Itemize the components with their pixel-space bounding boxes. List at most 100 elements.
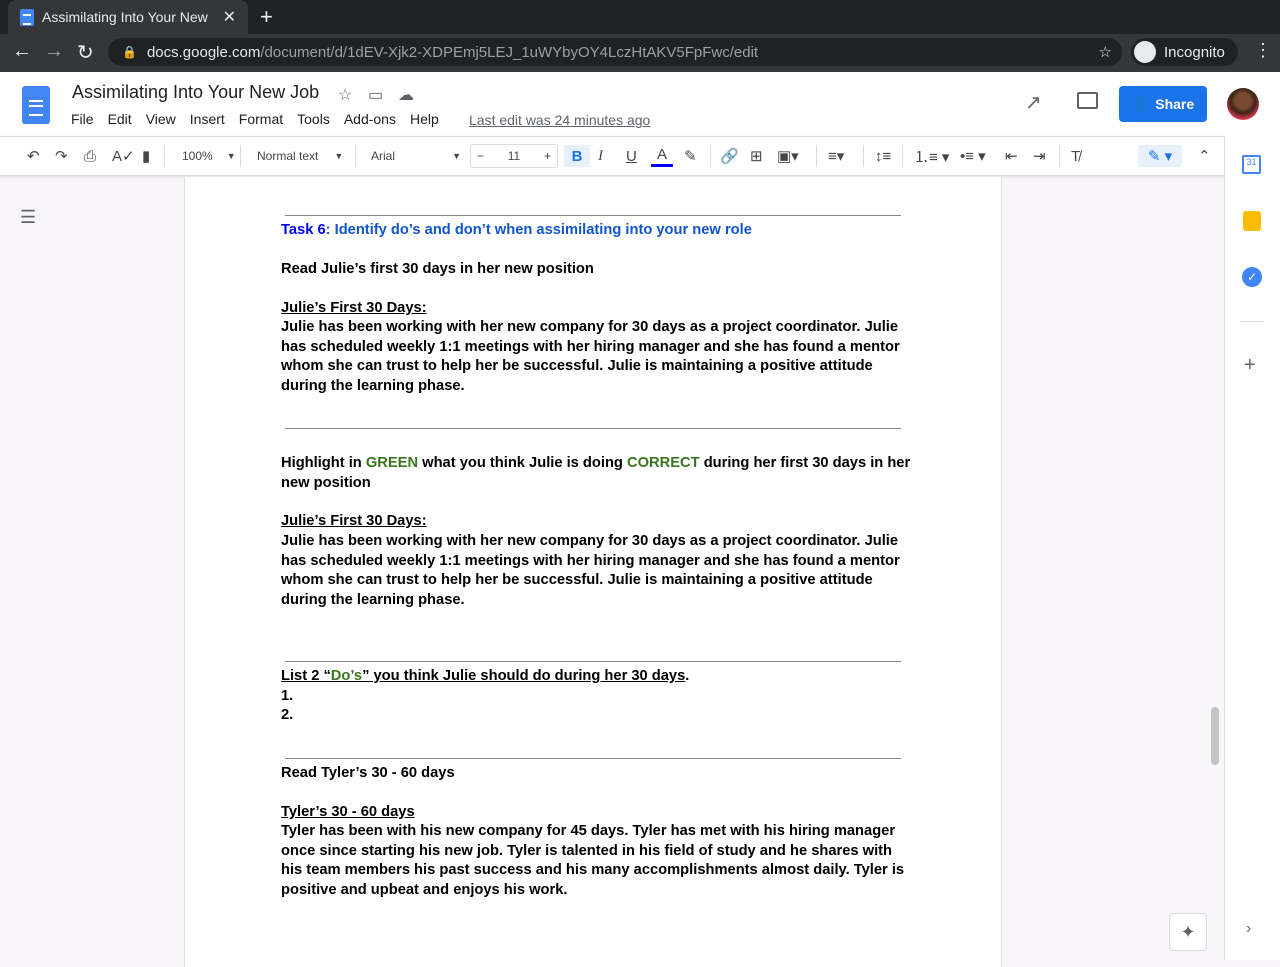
menu-bar: File Edit View Insert Format Tools Add-o… — [71, 111, 439, 127]
redo-icon[interactable]: ↷ — [55, 145, 68, 167]
activity-trend-icon[interactable]: ↗ — [1025, 90, 1042, 115]
move-folder-icon[interactable]: ▭ — [368, 85, 383, 105]
star-icon[interactable]: ☆ — [338, 85, 352, 105]
undo-icon[interactable]: ↶ — [27, 145, 40, 167]
share-button[interactable]: 👤 Share — [1119, 86, 1207, 122]
divider — [863, 145, 864, 167]
decrease-size-icon[interactable]: − — [477, 149, 484, 163]
bulleted-list-icon[interactable]: •≡ ▾ — [960, 145, 986, 167]
reload-icon[interactable]: ↻ — [77, 40, 94, 65]
task-label: Task 6 — [281, 222, 326, 238]
explore-button[interactable]: ✦ — [1169, 913, 1207, 951]
style-value: Normal text — [257, 149, 319, 163]
expand-panel-icon[interactable]: › — [1246, 920, 1251, 938]
paint-format-icon[interactable]: ▮ — [142, 145, 150, 167]
text-color-button[interactable]: A — [651, 145, 673, 167]
style-select[interactable]: Normal text ▼ — [257, 145, 343, 167]
collapse-toolbar-icon[interactable]: ⌃ — [1198, 145, 1211, 167]
chevron-down-icon: ▼ — [452, 151, 461, 161]
numbered-list-icon[interactable]: ⒈≡ ▾ — [914, 145, 949, 167]
calendar-icon[interactable]: 31 — [1242, 155, 1261, 174]
align-left-icon[interactable]: ≡▾ — [828, 145, 844, 167]
chevron-down-icon: ▼ — [334, 151, 344, 161]
zoom-value: 100% — [182, 149, 213, 163]
explore-icon: ✦ — [1180, 921, 1196, 942]
keep-icon[interactable] — [1243, 211, 1261, 231]
incognito-badge[interactable]: Incognito — [1131, 38, 1238, 66]
menu-addons[interactable]: Add-ons — [344, 111, 396, 127]
document-outline-icon[interactable]: ☰ — [20, 207, 36, 228]
menu-insert[interactable]: Insert — [190, 111, 225, 127]
horizontal-rule — [285, 661, 901, 662]
url-input[interactable]: 🔒 docs.google.com/document/d/1dEV-Xjk2-XD… — [108, 38, 1122, 66]
back-icon[interactable]: ← — [12, 40, 32, 63]
increase-indent-icon[interactable]: ⇥ — [1033, 145, 1046, 167]
font-size-value[interactable]: 11 — [508, 149, 520, 163]
menu-edit[interactable]: Edit — [108, 111, 132, 127]
menu-format[interactable]: Format — [239, 111, 283, 127]
read-julie-instruction: Read Julie’s first 30 days in her new po… — [281, 261, 594, 277]
correct-word: CORRECT — [626, 455, 700, 471]
text: what you think Julie is doing — [418, 455, 627, 471]
increase-size-icon[interactable]: + — [544, 149, 551, 163]
font-select[interactable]: Arial ▼ — [371, 145, 461, 167]
url-host: docs.google.com — [146, 43, 261, 61]
divider — [164, 145, 165, 167]
bookmark-star-icon[interactable]: ☆ — [1099, 43, 1112, 61]
menu-view[interactable]: View — [146, 111, 176, 127]
menu-file[interactable]: File — [71, 111, 94, 127]
list-item-2[interactable]: 2. — [281, 706, 911, 726]
tab-title: Assimilating Into Your New — [42, 9, 208, 25]
divider — [816, 145, 817, 167]
add-addon-icon[interactable]: + — [1244, 354, 1256, 377]
zoom-select[interactable]: 100% ▼ — [182, 145, 236, 167]
italic-button[interactable]: I — [598, 145, 603, 167]
browser-tab[interactable]: Assimilating Into Your New ✕ — [8, 0, 248, 34]
divider — [240, 145, 241, 167]
divider — [902, 145, 903, 167]
julie-paragraph: Julie has been working with her new comp… — [281, 319, 900, 394]
incognito-icon — [1134, 41, 1156, 63]
close-tab-icon[interactable]: ✕ — [223, 7, 236, 27]
avatar[interactable] — [1227, 88, 1259, 120]
comments-icon[interactable] — [1077, 92, 1098, 109]
menu-help[interactable]: Help — [410, 111, 439, 127]
print-icon[interactable]: ⎙ — [84, 145, 96, 167]
menu-tools[interactable]: Tools — [297, 111, 330, 127]
decrease-indent-icon[interactable]: ⇤ — [1005, 145, 1018, 167]
tyler-paragraph: Tyler has been with his new company for … — [281, 823, 905, 898]
forward-icon[interactable]: → — [44, 40, 64, 63]
text: . — [685, 668, 690, 684]
cloud-status-icon[interactable]: ☁ — [398, 85, 414, 105]
list-item-1[interactable]: 1. — [281, 687, 911, 707]
insert-image-icon[interactable]: ▣▾ — [777, 145, 799, 167]
spellcheck-icon[interactable]: A✓ — [112, 145, 135, 167]
person-add-icon: 👤 — [1131, 95, 1150, 112]
profile-label: Incognito — [1164, 43, 1225, 61]
font-value: Arial — [371, 149, 396, 163]
docs-logo-icon[interactable] — [22, 86, 50, 124]
text: ” you think Julie should do during her 3… — [362, 668, 686, 684]
new-tab-icon[interactable]: + — [260, 4, 273, 30]
divider — [1240, 321, 1264, 322]
bold-button[interactable]: B — [564, 145, 590, 167]
tasks-icon[interactable]: ✓ — [1242, 267, 1262, 287]
julie-heading-2: Julie’s First 30 Days: — [281, 513, 427, 529]
font-size-stepper[interactable]: − 11 + — [470, 144, 558, 168]
chevron-down-icon: ▼ — [226, 151, 236, 161]
horizontal-rule — [285, 758, 901, 759]
highlight-pen-icon[interactable]: ✎ — [684, 145, 697, 167]
link-icon[interactable]: 🔗 — [720, 145, 739, 167]
line-spacing-icon[interactable]: ↕≡ — [875, 145, 891, 167]
editing-mode-button[interactable]: ✎ ▾ — [1138, 145, 1182, 167]
last-edit-link[interactable]: Last edit was 24 minutes ago — [469, 112, 650, 128]
horizontal-rule — [285, 215, 901, 216]
task-text: : Identify do’s and don’t when assimilat… — [325, 222, 752, 238]
add-comment-icon[interactable]: ⊞ — [750, 145, 763, 167]
clear-formatting-icon[interactable]: T̸ — [1071, 145, 1080, 167]
document-title[interactable]: Assimilating Into Your New Job — [72, 82, 319, 103]
scrollbar-thumb[interactable] — [1211, 707, 1219, 765]
underline-button[interactable]: U — [626, 145, 637, 167]
green-word: GREEN — [365, 455, 419, 471]
browser-menu-icon[interactable]: ⋮ — [1254, 40, 1272, 61]
